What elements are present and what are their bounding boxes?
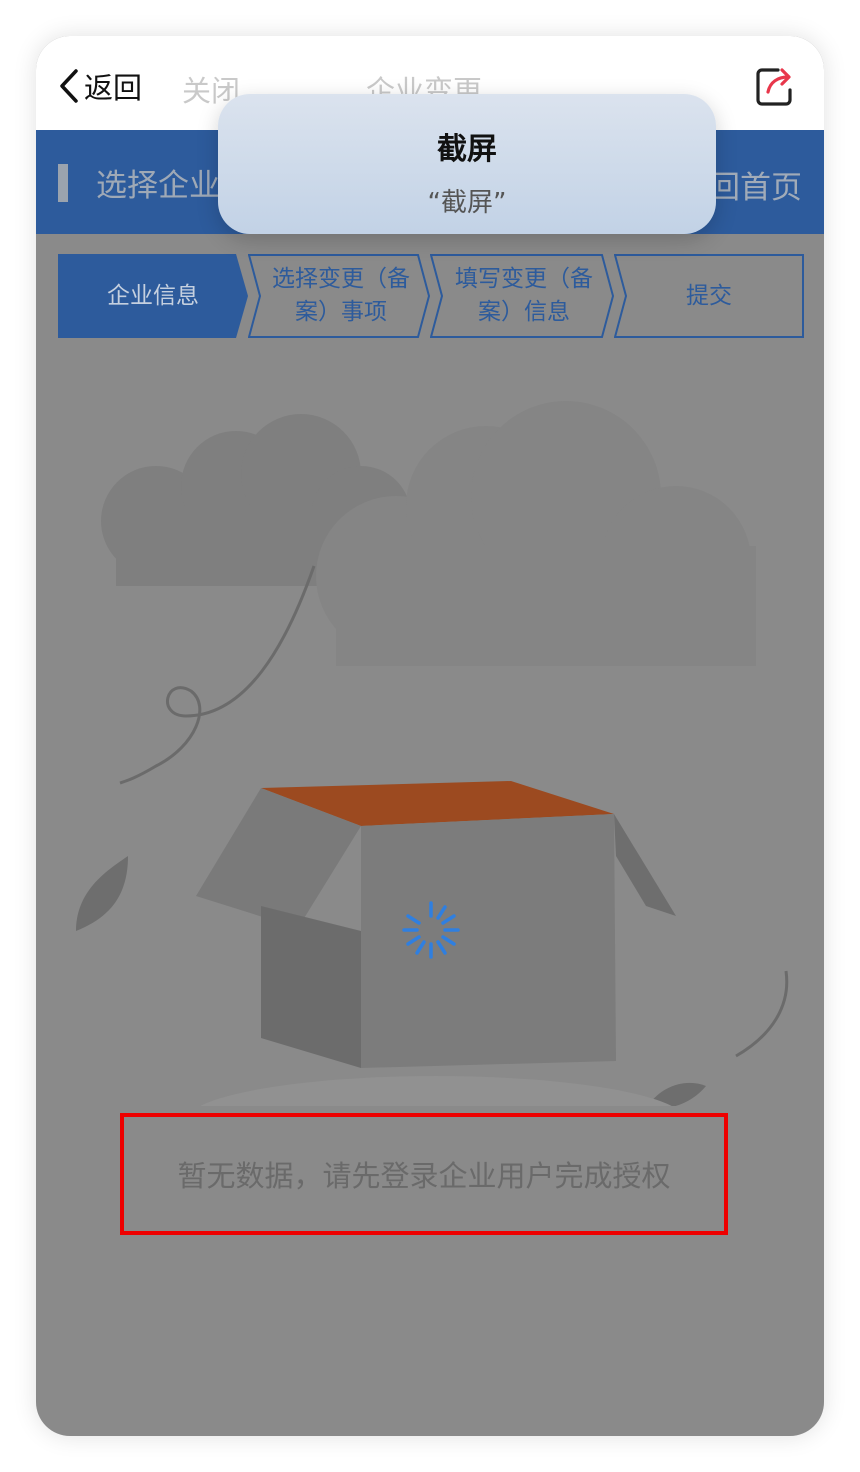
step-3[interactable]: 填写变更（备案）信息 — [430, 254, 614, 338]
step-label: 提交 — [686, 282, 732, 309]
box-right-flap — [614, 814, 676, 916]
leaf-left — [76, 856, 128, 931]
step-4[interactable]: 提交 — [614, 254, 804, 338]
section-title: 选择企业 — [96, 168, 220, 204]
share-button[interactable] — [754, 64, 798, 108]
box-left-side — [261, 906, 361, 1068]
step-2[interactable]: 选择变更（备案）事项 — [248, 254, 430, 338]
swirl-line — [119, 565, 316, 785]
box-front — [361, 814, 616, 1068]
empty-state-illustration — [76, 401, 789, 1106]
empty-message-highlight: 暂无数据，请先登录企业用户完成授权 — [120, 1113, 728, 1235]
back-button[interactable]: 返回 — [58, 66, 142, 106]
step-label: 企业信息 — [107, 282, 199, 309]
toast-title: 截屏 — [437, 132, 497, 167]
back-label: 返回 — [84, 71, 143, 105]
screenshot-toast: 截屏 “截屏” — [218, 94, 716, 234]
swirl-line-right — [735, 970, 789, 1058]
step-label: 填写变更（备案）信息 — [455, 266, 593, 325]
chevron-left-icon — [60, 69, 78, 103]
ground-shadow — [200, 1076, 672, 1106]
share-icon — [756, 68, 792, 106]
toast-subtitle: “截屏” — [427, 188, 507, 218]
cloud-right-shape — [316, 401, 756, 666]
step-label: 选择变更（备案）事项 — [272, 266, 410, 325]
step-progress: 企业信息 选择变更（备案）事项 填写变更（备案）信息 提交 — [58, 254, 804, 338]
step-1[interactable]: 企业信息 — [58, 254, 248, 338]
section-accent-bar — [58, 164, 68, 202]
empty-message: 暂无数据，请先登录企业用户完成授权 — [177, 1159, 671, 1193]
